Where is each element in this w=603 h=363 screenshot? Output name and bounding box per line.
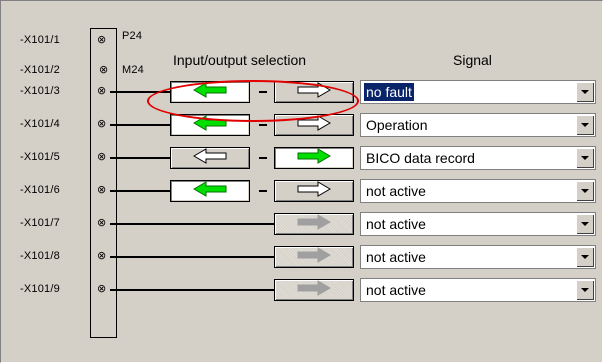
signal-wire <box>110 124 170 126</box>
signal-wire <box>110 157 170 159</box>
dropdown-button[interactable] <box>576 214 594 234</box>
arrow-left-icon <box>192 180 228 202</box>
signal-wire <box>110 223 274 225</box>
chevron-down-icon <box>581 90 589 94</box>
arrow-right-icon <box>296 180 332 202</box>
supply-label-p24: P24 <box>122 30 143 42</box>
terminal-label-x101-2: -X101/2 <box>20 64 60 76</box>
dropdown-button[interactable] <box>576 181 594 201</box>
pin-symbol-icon: ⊗ <box>97 249 107 262</box>
signal-select-value: Operation <box>366 117 428 133</box>
dropdown-button[interactable] <box>576 82 594 102</box>
pin-symbol-icon: ⊗ <box>97 150 107 163</box>
pin-symbol-icon: ⊗ <box>97 282 107 295</box>
input-select-button[interactable] <box>170 180 250 202</box>
signal-select[interactable]: not active <box>360 278 596 302</box>
signal-select-value: not active <box>366 249 426 265</box>
chevron-down-icon <box>581 189 589 193</box>
terminal-label-x101-5: -X101/5 <box>20 151 60 163</box>
chevron-down-icon <box>581 156 589 160</box>
terminal-label-x101-8: -X101/8 <box>20 250 60 262</box>
output-select-button[interactable] <box>274 147 354 169</box>
arrow-left-icon <box>192 147 228 169</box>
terminal-label-x101-3: -X101/3 <box>20 85 60 97</box>
signal-select[interactable]: not active <box>360 179 596 203</box>
signal-select-value: not active <box>366 282 426 298</box>
dropdown-button[interactable] <box>576 115 594 135</box>
signal-select[interactable]: no fault <box>360 80 596 104</box>
signal-select-value: not active <box>366 183 426 199</box>
output-select-button[interactable] <box>274 279 354 301</box>
signal-select[interactable]: not active <box>360 245 596 269</box>
signal-select-value: not active <box>366 216 426 232</box>
pin-symbol-icon: ⊗ <box>97 84 107 97</box>
annotation-ellipse <box>147 80 359 122</box>
arrow-right-icon <box>296 279 332 301</box>
terminal-label-x101-9: -X101/9 <box>20 283 60 295</box>
signal-wire <box>110 190 170 192</box>
chevron-down-icon <box>581 123 589 127</box>
connector-dash <box>259 157 267 159</box>
dropdown-button[interactable] <box>576 148 594 168</box>
output-select-button[interactable] <box>274 213 354 235</box>
signal-wire <box>110 289 274 291</box>
arrow-right-icon <box>296 246 332 268</box>
dropdown-button[interactable] <box>576 280 594 300</box>
io-selection-header: Input/output selection <box>173 52 307 68</box>
arrow-right-icon <box>296 147 332 169</box>
signal-select-value: BICO data record <box>366 150 475 166</box>
dropdown-button[interactable] <box>576 247 594 267</box>
terminal-label-x101-4: -X101/4 <box>20 118 60 130</box>
connector-dash <box>259 190 267 192</box>
signal-select[interactable]: Operation <box>360 113 596 137</box>
signal-wire <box>110 256 274 258</box>
chevron-down-icon <box>581 222 589 226</box>
pin-symbol-icon: ⊗ <box>97 33 107 46</box>
chevron-down-icon <box>581 288 589 292</box>
pin-symbol-icon: ⊗ <box>99 63 109 76</box>
input-select-button[interactable] <box>170 147 250 169</box>
chevron-down-icon <box>581 255 589 259</box>
signal-select[interactable]: BICO data record <box>360 146 596 170</box>
supply-label-m24: M24 <box>122 64 144 76</box>
signal-select-value: no fault <box>364 83 414 101</box>
terminal-label-x101-1: -X101/1 <box>20 34 60 46</box>
terminal-label-x101-6: -X101/6 <box>20 184 60 196</box>
arrow-right-icon <box>296 213 332 235</box>
output-select-button[interactable] <box>274 246 354 268</box>
terminal-label-x101-7: -X101/7 <box>20 217 60 229</box>
pin-symbol-icon: ⊗ <box>97 183 107 196</box>
signal-header: Signal <box>453 52 492 68</box>
pin-symbol-icon: ⊗ <box>97 216 107 229</box>
connector-dash <box>259 124 267 126</box>
output-select-button[interactable] <box>274 180 354 202</box>
pin-symbol-icon: ⊗ <box>97 117 107 130</box>
signal-select[interactable]: not active <box>360 212 596 236</box>
